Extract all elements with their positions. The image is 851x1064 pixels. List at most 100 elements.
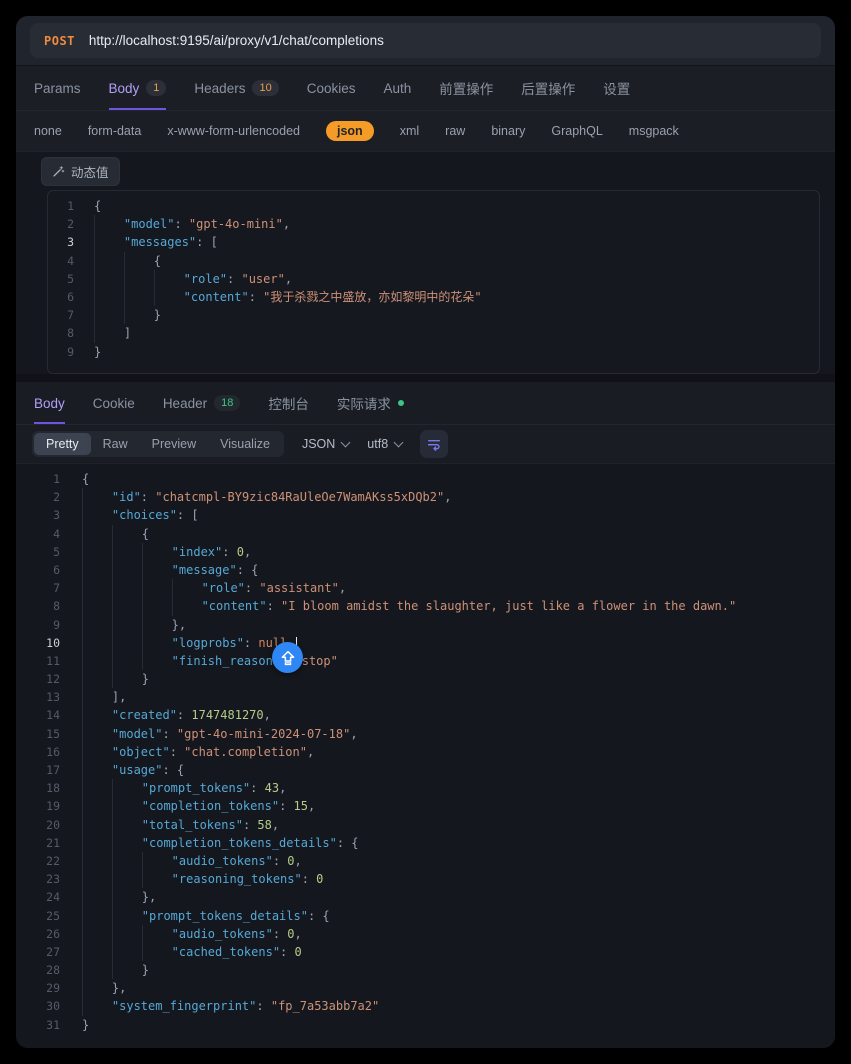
line-number: 2 [16, 488, 60, 506]
dynamic-value-button[interactable]: 动态值 [41, 157, 120, 186]
indent-guide [112, 943, 142, 961]
line-number: 21 [16, 834, 60, 852]
code-content: } [94, 306, 161, 324]
tab-headers[interactable]: Headers10 [194, 66, 278, 110]
tab-后置操作[interactable]: 后置操作 [521, 66, 575, 110]
body-type-none[interactable]: none [34, 124, 62, 138]
indent-guide [82, 961, 112, 979]
caps-lock-indicator-button[interactable] [272, 642, 303, 673]
code-line: 5"index": 0, [16, 543, 835, 561]
indent-guide [82, 561, 112, 579]
body-type-graphql[interactable]: GraphQL [551, 124, 602, 138]
code-content: }, [82, 616, 186, 634]
indent-guide [142, 925, 172, 943]
line-number: 3 [16, 506, 60, 524]
indent-guide [112, 634, 142, 652]
indent-guide [82, 634, 112, 652]
indent-guide [112, 816, 142, 834]
indent-guide [82, 852, 112, 870]
tab-label: 前置操作 [439, 78, 493, 98]
indent-guide [82, 834, 112, 852]
encoding-dropdown[interactable]: utf8 [367, 437, 402, 451]
body-type-raw[interactable]: raw [445, 124, 465, 138]
indent-guide [124, 306, 154, 324]
line-number: 25 [16, 907, 60, 925]
tab-count-badge: 1 [146, 80, 166, 96]
code-line: 14 "created": 1747481270, [16, 706, 835, 724]
tab-body[interactable]: Body1 [109, 66, 167, 110]
indent-guide [142, 634, 172, 652]
url-strip: POST http://localhost:9195/ai/proxy/v1/c… [16, 16, 835, 66]
line-number: 9 [48, 343, 74, 361]
code-line: 20"total_tokens": 58, [16, 816, 835, 834]
tab-label: 后置操作 [521, 78, 575, 98]
code-content: "role": "user", [94, 270, 292, 288]
indent-guide [82, 797, 112, 815]
code-content: "completion_tokens_details": { [82, 834, 359, 852]
line-number: 27 [16, 943, 60, 961]
format-dropdown[interactable]: JSON [302, 437, 349, 451]
code-line: 5"role": "user", [48, 270, 819, 288]
indent-guide [82, 616, 112, 634]
body-type-json[interactable]: json [326, 121, 374, 141]
code-content: "object": "chat.completion", [82, 743, 314, 761]
indent-guide [112, 870, 142, 888]
view-mode-raw[interactable]: Raw [91, 433, 140, 455]
line-number: 30 [16, 997, 60, 1015]
tab-前置操作[interactable]: 前置操作 [439, 66, 493, 110]
indent-guide [82, 943, 112, 961]
indent-guide [112, 961, 142, 979]
indent-guide [112, 670, 142, 688]
indent-guide [112, 579, 142, 597]
encoding-dropdown-value: utf8 [367, 437, 388, 451]
body-type-x-www-form-urlencoded[interactable]: x-www-form-urlencoded [167, 124, 300, 138]
tab-label: 设置 [603, 78, 630, 98]
response-tab-控制台[interactable]: 控制台 [268, 382, 309, 424]
line-number: 14 [16, 706, 60, 724]
code-content: "content": "I bloom amidst the slaughter… [82, 597, 736, 615]
code-line: 11"finish_reason": "stop" [16, 652, 835, 670]
line-number: 19 [16, 797, 60, 815]
code-content: }, [82, 888, 156, 906]
code-line: 24}, [16, 888, 835, 906]
body-type-form-data[interactable]: form-data [88, 124, 142, 138]
indent-guide [82, 725, 112, 743]
indent-guide [142, 852, 172, 870]
request-json-editor[interactable]: 1{2"model": "gpt-4o-mini",3"messages": [… [47, 190, 820, 374]
code-line: 22"audio_tokens": 0, [16, 852, 835, 870]
response-tab-cookie[interactable]: Cookie [93, 382, 135, 424]
tab-params[interactable]: Params [34, 66, 81, 110]
code-content: "cached_tokens": 0 [82, 943, 302, 961]
indent-guide [112, 797, 142, 815]
body-type-binary[interactable]: binary [491, 124, 525, 138]
code-content: "created": 1747481270, [82, 706, 271, 724]
view-mode-pretty[interactable]: Pretty [34, 433, 91, 455]
response-tab-header[interactable]: Header18 [163, 382, 241, 424]
tab-设置[interactable]: 设置 [603, 66, 630, 110]
body-type-msgpack[interactable]: msgpack [629, 124, 679, 138]
code-line: 9} [48, 343, 819, 361]
url-input[interactable]: POST http://localhost:9195/ai/proxy/v1/c… [30, 23, 821, 58]
response-tab-body[interactable]: Body [34, 382, 65, 424]
code-line: 2"id": "chatcmpl-BY9zic84RaUleOe7WamAKss… [16, 488, 835, 506]
word-wrap-button[interactable] [420, 430, 448, 458]
response-json-viewer[interactable]: 1{2"id": "chatcmpl-BY9zic84RaUleOe7WamAK… [16, 464, 835, 1048]
view-mode-preview[interactable]: Preview [140, 433, 208, 455]
chevron-down-icon [341, 438, 351, 448]
code-line: 29}, [16, 979, 835, 997]
code-content: "audio_tokens": 0, [82, 852, 302, 870]
indent-guide [82, 743, 112, 761]
view-mode-visualize[interactable]: Visualize [208, 433, 282, 455]
request-url[interactable]: http://localhost:9195/ai/proxy/v1/chat/c… [89, 33, 384, 48]
line-number: 6 [48, 288, 74, 306]
line-number: 2 [48, 215, 74, 233]
code-line: 7"role": "assistant", [16, 579, 835, 597]
code-content: } [82, 961, 149, 979]
tab-auth[interactable]: Auth [383, 66, 411, 110]
code-content: "content": "我于杀戮之中盛放，亦如黎明中的花朵" [94, 288, 482, 306]
code-content: } [82, 1016, 89, 1034]
tab-label: Body [34, 396, 65, 411]
response-tab-实际请求[interactable]: 实际请求 [337, 382, 404, 424]
body-type-xml[interactable]: xml [400, 124, 419, 138]
tab-cookies[interactable]: Cookies [307, 66, 356, 110]
